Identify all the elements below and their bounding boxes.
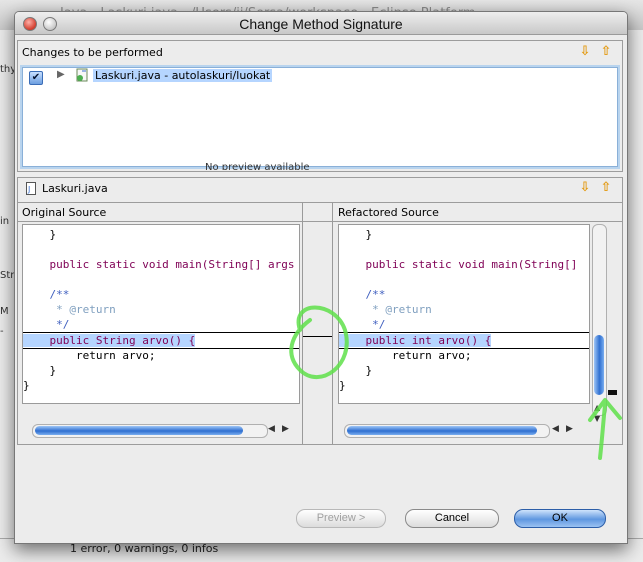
green-annotation-overlay [289,305,622,460]
annotation-circle [289,305,349,380]
annotation-arrow [588,398,622,460]
